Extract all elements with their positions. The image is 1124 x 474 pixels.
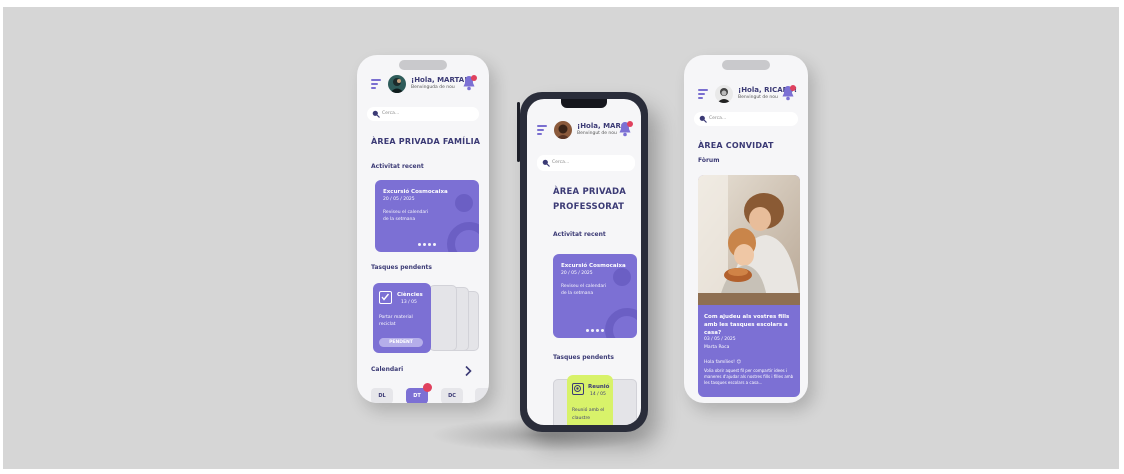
task-subject: Ciències	[397, 292, 423, 298]
section-title: ÀREA CONVIDAT	[698, 141, 774, 150]
pending-tasks-label: Tasques pendents	[553, 354, 614, 361]
welcome-text: Benvinguda de nou	[411, 85, 455, 90]
activity-date: 20 / 05 / 2025	[561, 271, 593, 276]
card-decoration	[447, 222, 479, 252]
search-icon	[542, 159, 550, 167]
post-date: 03 / 05 / 2025	[704, 337, 736, 342]
phone-guest-screen: ¡Hola, RICARD! Benvingut de nou Cerca...…	[684, 55, 808, 403]
task-body: Portar material reciclat	[379, 315, 413, 327]
task-date: 13 / 05	[401, 300, 417, 305]
chevron-right-icon[interactable]	[463, 362, 473, 377]
phone-teacher-screen: ¡Hola, MARC! Benvingut de nou Cerca... À…	[527, 99, 641, 425]
phone-notch	[722, 60, 770, 70]
pending-tasks-label: Tasques pendents	[371, 264, 432, 271]
activity-body: Reviseu el calendari de la setmana	[383, 210, 429, 222]
forum-post-card[interactable]: Com ajudeu als vostres fills amb les tas…	[698, 175, 800, 397]
task-card[interactable]: Reunió 14 / 05 Reunió amb el claustre	[567, 375, 613, 425]
checkbox-icon	[379, 291, 392, 304]
section-title-line2: PROFESSORAT	[553, 202, 625, 212]
search-icon	[699, 115, 707, 123]
search-input[interactable]: Cerca...	[367, 107, 479, 121]
bell-icon[interactable]	[618, 121, 633, 137]
post-body: Volia obrir aquest fil per compartir ide…	[704, 368, 794, 385]
target-icon	[572, 383, 584, 395]
post-greeting: Hola famílies! 😊	[704, 360, 742, 365]
search-placeholder: Cerca...	[382, 111, 400, 116]
task-card-stacked	[429, 285, 457, 351]
avatar[interactable]	[554, 121, 572, 139]
carousel-dots[interactable]	[418, 243, 436, 246]
search-icon	[372, 110, 380, 118]
bell-icon[interactable]	[462, 75, 477, 91]
calendar-day[interactable]	[475, 388, 489, 403]
search-placeholder: Cerca...	[709, 116, 727, 121]
app-header: ¡Hola, MARC! Benvingut de nou	[533, 119, 635, 141]
notification-dot	[423, 383, 432, 392]
recent-activity-label: Activitat recent	[553, 231, 606, 238]
section-title: ÀREA PRIVADA FAMÍLIA	[371, 137, 481, 146]
device-notch	[561, 99, 607, 108]
post-author: Marta Roca	[704, 345, 730, 350]
calendar-day[interactable]: DC	[441, 388, 463, 403]
greeting-text: ¡Hola, MARTA!	[411, 76, 468, 84]
calendar-label: Calendari	[371, 366, 404, 373]
family-photo	[698, 175, 800, 305]
task-body: Reunió amb el claustre	[572, 408, 605, 421]
card-decoration	[605, 308, 637, 338]
phone-notch	[399, 60, 447, 70]
post-title: Com ajudeu als vostres fills amb les tas…	[704, 314, 790, 336]
activity-body: Reviseu el calendari de la setmana	[561, 284, 607, 296]
app-header: ¡Hola, MARTA! Benvinguda de nou	[367, 73, 479, 95]
app-header: ¡Hola, RICARD! Benvingut de nou	[694, 83, 798, 105]
forum-label: Fòrum	[698, 157, 720, 164]
recent-activity-label: Activitat recent	[371, 163, 424, 170]
calendar-day[interactable]: DL	[371, 388, 393, 403]
bell-icon[interactable]	[781, 85, 796, 101]
avatar[interactable]	[388, 75, 406, 93]
search-input[interactable]: Cerca...	[694, 112, 798, 126]
welcome-text: Benvingut de nou	[577, 131, 617, 136]
task-card[interactable]: Ciències 13 / 05 Portar material recicla…	[373, 283, 431, 353]
card-decoration	[455, 194, 473, 212]
task-subject: Reunió	[588, 384, 610, 390]
search-placeholder: Cerca...	[552, 160, 570, 165]
search-input[interactable]: Cerca...	[537, 155, 635, 171]
notification-dot	[790, 85, 796, 91]
welcome-text: Benvingut de nou	[738, 95, 778, 100]
menu-icon[interactable]	[698, 89, 708, 99]
activity-title: Excursió Cosmocaixa	[561, 263, 626, 269]
avatar[interactable]	[715, 85, 733, 103]
section-title-line1: ÀREA PRIVADA	[553, 187, 627, 197]
task-date: 14 / 05	[590, 392, 606, 397]
activity-date: 20 / 05 / 2025	[383, 197, 415, 202]
menu-icon[interactable]	[371, 79, 381, 89]
activity-card[interactable]: Excursió Cosmocaixa 20 / 05 / 2025 Revis…	[553, 254, 637, 338]
status-badge: PENDENT	[379, 338, 423, 347]
carousel-dots[interactable]	[586, 329, 604, 332]
card-decoration	[613, 268, 631, 286]
notification-dot	[471, 75, 477, 81]
activity-title: Excursió Cosmocaixa	[383, 189, 448, 195]
activity-card[interactable]: Excursió Cosmocaixa 20 / 05 / 2025 Revis…	[375, 180, 479, 252]
menu-icon[interactable]	[537, 125, 547, 135]
notification-dot	[627, 121, 633, 127]
phone-family-screen: ¡Hola, MARTA! Benvinguda de nou Cerca...…	[357, 55, 489, 403]
